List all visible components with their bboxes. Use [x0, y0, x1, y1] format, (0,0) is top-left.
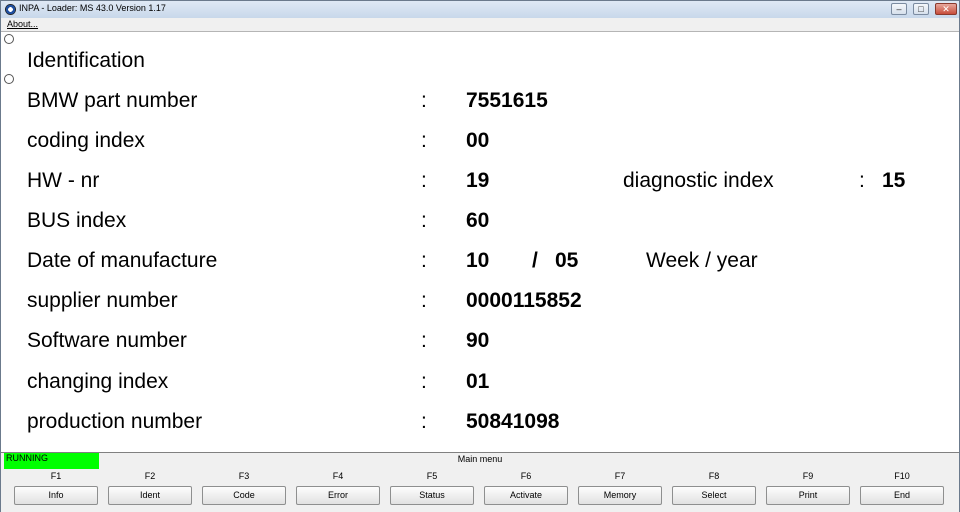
- row-label-software-number: Software number: [27, 329, 187, 352]
- select-button[interactable]: Select: [672, 486, 756, 505]
- print-button[interactable]: Print: [766, 486, 850, 505]
- row-separator: :: [421, 289, 427, 312]
- status-button[interactable]: Status: [390, 486, 474, 505]
- row-label-bmw-part-number: BMW part number: [27, 89, 198, 112]
- row-label-changing-index: changing index: [27, 370, 169, 393]
- row-label-hw-nr: HW - nr: [27, 169, 100, 192]
- fkey-label-f1: F1: [50, 471, 62, 481]
- row-value-hw-nr: 19: [466, 169, 490, 192]
- code-button[interactable]: Code: [202, 486, 286, 505]
- window-title: INPA - Loader: MS 43.0 Version 1.17: [19, 3, 166, 13]
- fkey-label-f9: F9: [802, 471, 814, 481]
- row-value-week: 10: [466, 249, 490, 272]
- fkey-label-f2: F2: [144, 471, 156, 481]
- row-value-production-number: 50841098: [466, 410, 560, 433]
- row-value-diagnostic-index: 15: [882, 169, 906, 192]
- error-button[interactable]: Error: [296, 486, 380, 505]
- memory-button[interactable]: Memory: [578, 486, 662, 505]
- activate-button[interactable]: Activate: [484, 486, 568, 505]
- fkey-label-f4: F4: [332, 471, 344, 481]
- function-key-bar: RUNNING Main menu F1 F2 F3 F4 F5 F6 F7 F…: [1, 452, 959, 512]
- row-separator: :: [421, 329, 427, 352]
- info-button[interactable]: Info: [14, 486, 98, 505]
- inpa-window: INPA - Loader: MS 43.0 Version 1.17 – □ …: [0, 0, 960, 512]
- section-heading: Identification: [27, 49, 145, 72]
- radio-option-1[interactable]: [4, 34, 14, 44]
- row-separator: :: [421, 89, 427, 112]
- radio-option-2[interactable]: [4, 74, 14, 84]
- fkey-label-f5: F5: [426, 471, 438, 481]
- menu-title: Main menu: [457, 454, 503, 464]
- menu-item-about[interactable]: About...: [7, 19, 38, 29]
- fkey-label-f7: F7: [614, 471, 626, 481]
- row-value-coding-index: 00: [466, 129, 490, 152]
- fkey-label-f6: F6: [520, 471, 532, 481]
- row-separator: :: [421, 410, 427, 433]
- row-value-bus-index: 60: [466, 209, 490, 232]
- row-label-coding-index: coding index: [27, 129, 145, 152]
- minimize-button[interactable]: –: [891, 3, 907, 15]
- row-label-bus-index: BUS index: [27, 209, 127, 232]
- ident-panel: Identification BMW part number : 7551615…: [1, 32, 959, 452]
- fkey-label-f3: F3: [238, 471, 250, 481]
- end-button[interactable]: End: [860, 486, 944, 505]
- row-separator: :: [859, 169, 865, 192]
- row-separator: :: [421, 209, 427, 232]
- row-value-bmw-part-number: 7551615: [466, 89, 548, 112]
- row-separator: :: [421, 129, 427, 152]
- menu-bar: About...: [1, 18, 959, 32]
- fkey-label-f8: F8: [708, 471, 720, 481]
- date-slash: /: [532, 249, 538, 272]
- row-label-date-of-manufacture: Date of manufacture: [27, 249, 218, 272]
- row-separator: :: [421, 370, 427, 393]
- row-separator: :: [421, 249, 427, 272]
- row-value-supplier-number: 0000115852: [466, 289, 582, 312]
- fkey-label-f10: F10: [894, 471, 910, 481]
- row-value-software-number: 90: [466, 329, 490, 352]
- row-value-year: 05: [555, 249, 579, 272]
- title-bar[interactable]: INPA - Loader: MS 43.0 Version 1.17 – □ …: [1, 1, 959, 19]
- close-button[interactable]: ✕: [935, 3, 957, 15]
- row-label-supplier-number: supplier number: [27, 289, 178, 312]
- row-separator: :: [421, 169, 427, 192]
- maximize-button[interactable]: □: [913, 3, 929, 15]
- row-value-changing-index: 01: [466, 370, 490, 393]
- row-label-week-year: Week / year: [646, 249, 758, 272]
- row-label-diagnostic-index: diagnostic index: [623, 169, 774, 192]
- ident-button[interactable]: Ident: [108, 486, 192, 505]
- row-label-production-number: production number: [27, 410, 203, 433]
- bmw-logo-icon: [5, 4, 16, 15]
